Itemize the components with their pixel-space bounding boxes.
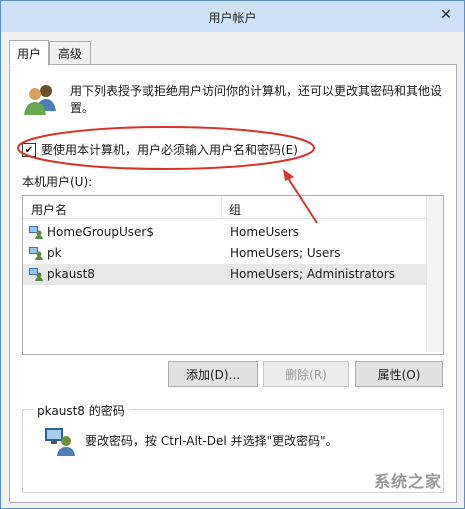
table-row-selected[interactable]: pkaust8 HomeUsers; Administrators: [23, 264, 427, 285]
column-header-group[interactable]: 组: [229, 201, 241, 218]
watermark-logo: 系统之家: [373, 472, 442, 491]
user-icon: [29, 226, 43, 239]
user-name: HomeGroupUser$: [47, 225, 154, 239]
local-users-label: 本机用户(U):: [22, 175, 93, 189]
table-row[interactable]: pk HomeUsers; Users: [23, 243, 427, 264]
user-group: HomeUsers; Users: [230, 246, 341, 260]
remove-button[interactable]: 删除(R): [263, 361, 349, 387]
properties-button[interactable]: 属性(O): [355, 361, 443, 387]
users-list[interactable]: 用户名 组 HomeGroupUser$ HomeUsers pk HomeUs…: [22, 195, 444, 355]
title-bar[interactable]: 用户帐户 ✕: [1, 1, 464, 32]
table-row[interactable]: HomeGroupUser$ HomeUsers: [23, 222, 427, 243]
close-icon[interactable]: ✕: [436, 5, 456, 25]
column-divider[interactable]: [221, 196, 222, 218]
column-header-name[interactable]: 用户名: [31, 201, 67, 218]
tab-advanced[interactable]: 高级: [49, 41, 91, 65]
users-panel: 用下列表授予或拒绝用户访问你的计算机，还可以更改其密码和其他设置。 ✔ 要使用本…: [9, 64, 457, 503]
description-text: 用下列表授予或拒绝用户访问你的计算机，还可以更改其密码和其他设置。: [70, 84, 443, 115]
user-name: pk: [47, 246, 62, 260]
user-group: HomeUsers: [230, 225, 300, 239]
add-button[interactable]: 添加(D)...: [168, 361, 258, 387]
tab-users[interactable]: 用户: [9, 40, 49, 66]
require-login-checkbox[interactable]: ✔: [22, 143, 36, 157]
vertical-scrollbar[interactable]: [426, 196, 443, 352]
user-accounts-window: 用户帐户 ✕ 用户 高级 用下列表授予或拒绝用户访问你的计算机，还可以更改其密码…: [0, 0, 465, 509]
user-icon: [29, 247, 43, 260]
checkmark-icon: ✔: [24, 144, 34, 156]
list-header: 用户名 组: [23, 196, 427, 219]
user-group: HomeUsers; Administrators: [230, 267, 395, 281]
user-icon: [29, 268, 43, 281]
user-name: pkaust8: [47, 267, 95, 281]
password-group-title: pkaust8 的密码: [33, 402, 129, 419]
require-login-label[interactable]: 要使用本计算机，用户必须输入用户名和密码(E): [41, 141, 298, 158]
users-icon: [24, 85, 56, 115]
user-password-icon: [45, 428, 75, 456]
window-title: 用户帐户: [208, 11, 257, 25]
password-instruction-text: 要改密码，按 Ctrl-Alt-Del 并选择"更改密码"。: [85, 434, 338, 448]
